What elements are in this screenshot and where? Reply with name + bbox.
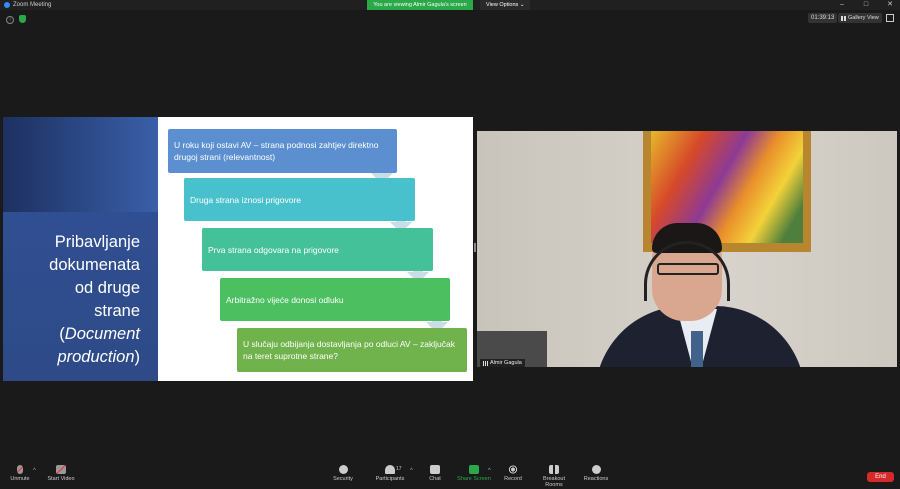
meeting-timer: 01:39:13: [808, 13, 838, 23]
process-step-1: U roku koji ostavi AV – strana podnosi z…: [168, 129, 397, 173]
window-titlebar: Zoom Meeting You are viewing Almir Gagul…: [0, 0, 900, 10]
chat-label: Chat: [429, 476, 441, 482]
security-button[interactable]: Security: [330, 465, 356, 482]
reactions-button[interactable]: Reactions: [583, 465, 609, 482]
zoom-logo-icon: [4, 2, 10, 8]
app-title: Zoom Meeting: [4, 0, 51, 10]
close-button[interactable]: ✕: [880, 0, 900, 10]
slide-title-panel: Pribavljanje dokumenata od druge strane …: [3, 117, 158, 381]
process-step-text: U slučaju odbijanja dostavljanja po odlu…: [243, 339, 455, 361]
unmute-label: Unmute: [10, 476, 30, 482]
shared-slide: Pribavljanje dokumenata od druge strane …: [3, 117, 473, 381]
share-screen-label: Share Screen: [457, 476, 491, 482]
unmute-button[interactable]: Unmute: [8, 465, 32, 482]
participant-video-tile[interactable]: [477, 131, 897, 367]
record-button[interactable]: Record: [502, 465, 524, 482]
slide-title: Pribavljanje dokumenata od druge strane …: [0, 231, 140, 369]
fullscreen-icon[interactable]: [886, 14, 894, 22]
audio-bars-icon: [483, 360, 488, 366]
shield-icon: [338, 465, 348, 474]
video-off-icon: [56, 465, 66, 474]
process-step-3: Prva strana odgovara na prigovore: [202, 228, 433, 271]
audio-options-chevron-icon[interactable]: ^: [33, 468, 36, 474]
participants-chevron-icon[interactable]: ^: [410, 468, 413, 474]
share-screen-button[interactable]: Share Screen: [457, 465, 491, 482]
maximize-button[interactable]: □: [856, 0, 876, 10]
process-step-4: Arbitražno vijeće donosi odluku: [220, 278, 450, 321]
process-step-2: Druga strana iznosi prigovore: [184, 178, 415, 221]
split-view-handle[interactable]: [474, 243, 476, 252]
process-step-text: Arbitražno vijeće donosi odluku: [226, 294, 344, 305]
slide-title-line: od druge: [74, 279, 140, 297]
slide-header-band: [3, 117, 158, 212]
record-icon: [508, 465, 518, 474]
grid-icon: [841, 15, 846, 21]
meeting-info-icon[interactable]: i: [6, 16, 14, 24]
security-label: Security: [333, 476, 353, 482]
slide-title-italic: production: [57, 348, 135, 366]
breakout-rooms-icon: [549, 465, 559, 474]
start-video-button[interactable]: Start Video: [46, 465, 76, 482]
encryption-shield-icon[interactable]: [19, 15, 26, 23]
slide-title-line: strane: [94, 302, 140, 320]
process-step-5: U slučaju odbijanja dostavljanja po odlu…: [237, 328, 467, 372]
slide-title-line: Pribavljanje: [54, 233, 140, 251]
breakout-rooms-button[interactable]: Breakout Rooms: [534, 465, 574, 488]
paren: ): [134, 348, 141, 366]
record-label: Record: [504, 476, 522, 482]
slide-title-line: dokumenata: [49, 256, 140, 274]
chat-button[interactable]: Chat: [425, 465, 445, 482]
slide-title-line: (Document: [0, 323, 140, 346]
minimize-button[interactable]: –: [832, 0, 852, 10]
process-step-text: Prva strana odgovara na prigovore: [208, 244, 339, 255]
participant-name-label: Almir Gagula: [480, 359, 525, 367]
view-options-button[interactable]: View Options ⌄: [480, 0, 531, 10]
gallery-view-button[interactable]: Gallery View: [838, 13, 882, 23]
process-step-text: Druga strana iznosi prigovore: [190, 194, 302, 205]
muted-microphone-icon: [17, 465, 23, 474]
screen-share-banner: You are viewing Almir Gagula's screen: [367, 0, 473, 10]
process-step-text: U roku koji ostavi AV – strana podnosi z…: [174, 140, 379, 162]
slide-title-italic: Document: [64, 325, 140, 343]
window-title: Zoom Meeting: [13, 2, 52, 8]
start-video-label: Start Video: [47, 476, 75, 482]
reactions-label: Reactions: [583, 476, 609, 482]
chat-bubble-icon: [430, 465, 440, 474]
gallery-view-label: Gallery View: [848, 15, 879, 21]
participant-tie: [691, 331, 703, 367]
share-options-chevron-icon[interactable]: ^: [488, 468, 491, 474]
meeting-toolbar: [0, 462, 900, 489]
participants-count: 17: [396, 466, 402, 472]
breakout-rooms-label: Breakout Rooms: [542, 476, 565, 488]
participants-icon: [385, 465, 395, 474]
participant-name: Almir Gagula: [490, 360, 522, 366]
emoji-icon: [591, 465, 601, 474]
participants-label: Participants: [375, 476, 405, 482]
share-screen-icon: [469, 465, 479, 474]
end-meeting-button[interactable]: End: [867, 472, 894, 482]
slide-title-line: production): [0, 346, 140, 369]
